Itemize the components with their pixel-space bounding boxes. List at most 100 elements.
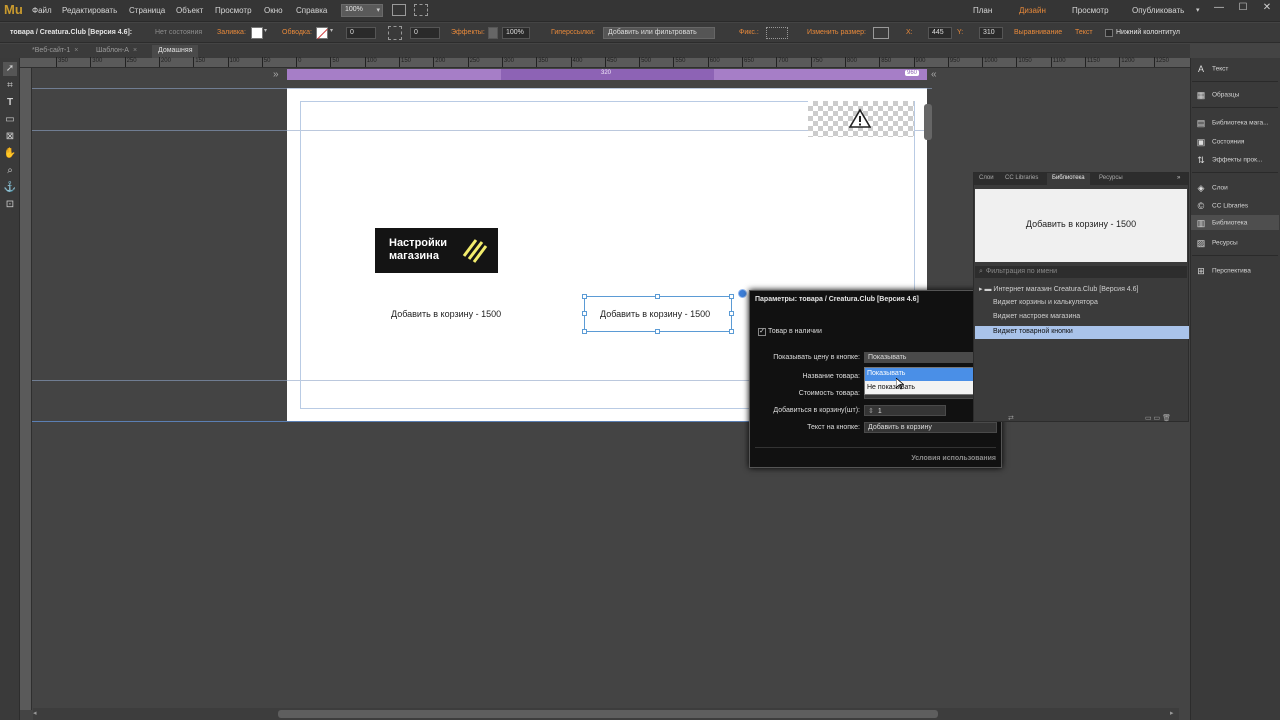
fix-label[interactable]: Фикс.: [739,29,759,36]
chevron-left-icon[interactable]: « [931,69,937,80]
in-stock-checkbox[interactable]: ✓ [758,328,766,336]
dock-text[interactable]: A Текст [1196,64,1228,74]
horizontal-scrollbar[interactable] [33,708,1179,720]
resize-handle[interactable] [655,329,660,334]
placeholder-tool-icon[interactable]: ⚓ [3,181,17,195]
breakpoint-bar[interactable]: 320 960 [287,69,927,80]
top-ruler[interactable]: 350 300 250 200 150 100 50 0 50 100 150 200 250 300 35… [20,57,1190,68]
rectangle-tool-icon[interactable]: ▭ [3,113,17,127]
menu-view[interactable]: Просмотр [215,6,252,15]
dock-states[interactable]: ▣ Состояния [1196,137,1245,147]
menu-page[interactable]: Страница [129,6,165,15]
close-icon[interactable]: × [74,47,78,54]
tab-layers[interactable]: Слои [974,173,999,185]
button-text-field[interactable]: Добавить в корзину [864,422,997,433]
dock-assets[interactable]: ▨ Ресурсы [1196,238,1238,248]
effects-label[interactable]: Эффекты: [451,29,485,36]
breakpoint-width[interactable]: 960 [905,70,920,76]
align-label[interactable]: Выравнивание [1014,29,1062,36]
maximize-icon[interactable]: ☐ [1236,2,1250,16]
stroke-swatch[interactable] [316,27,328,39]
layout-icon[interactable] [414,4,428,16]
menu-help[interactable]: Справка [296,6,327,15]
dock-perspective[interactable]: ⊞ Перспектива [1196,266,1251,276]
panel-menu-icon[interactable]: » [1172,173,1185,185]
menu-window[interactable]: Окно [264,6,283,15]
text-tool-icon[interactable]: T [3,96,17,110]
fill-swatch[interactable] [251,27,263,39]
library-item[interactable]: ▸ ▬ Интернет магазин Creatura.Club [Верс… [975,283,1189,296]
scroll-right-icon[interactable]: ▸ [1170,709,1174,717]
resize-handle[interactable] [729,294,734,299]
corner-field[interactable]: 0 [410,27,440,39]
terms-link[interactable]: Условия использования [911,455,996,462]
resize-icon[interactable] [873,27,889,39]
resize-handle[interactable] [582,294,587,299]
library-item-selected[interactable]: Виджет товарной кнопки [975,326,1189,339]
x-field[interactable]: 445 [928,27,952,39]
stroke-label[interactable]: Обводка: [282,29,312,36]
image-frame-icon[interactable]: ⊠ [3,130,17,144]
scroll-handle[interactable] [924,104,932,140]
text-frame-icon[interactable]: ⊡ [3,198,17,212]
menu-file[interactable]: Файл [32,6,52,15]
menu-edit[interactable]: Редактировать [62,6,117,15]
store-settings-widget[interactable]: Настройки магазина [375,228,498,273]
chevron-down-icon[interactable]: ▾ [330,27,338,39]
resize-handle[interactable] [582,311,587,316]
dock-layers[interactable]: ◈ Слои [1196,183,1228,193]
crop-tool-icon[interactable]: ⌗ [3,79,17,93]
zoom-select[interactable]: 100% ▾ [341,4,383,17]
dock-scroll-effects[interactable]: ⇅ Эффекты прок... [1196,155,1262,165]
scrollbar-thumb[interactable] [278,710,938,718]
resize-handle[interactable] [729,329,734,334]
tab-template[interactable]: Шаблон-А × [90,45,144,58]
library-item[interactable]: Виджет настроек магазина [975,311,1189,324]
opacity-icon[interactable] [488,27,498,39]
selection-tool-icon[interactable]: ➚ [3,62,17,76]
zoom-tool-icon[interactable]: ⌕ [3,164,17,178]
widget-options-icon[interactable] [738,289,747,298]
resize-handle[interactable] [582,329,587,334]
grid-icon[interactable] [392,4,406,16]
dock-library[interactable]: ▥ Библиотека [1196,218,1248,228]
chevron-right-icon[interactable]: » [273,69,279,80]
left-ruler[interactable] [20,68,32,710]
resize-handle[interactable] [729,311,734,316]
dock-widget-library[interactable]: ▤ Библиотека мага... [1196,118,1269,128]
close-icon[interactable]: × [133,47,137,54]
dock-cc-libraries[interactable]: © CC Libraries [1196,201,1248,211]
mode-publish[interactable]: Опубликовать [1132,6,1184,15]
text-label[interactable]: Текст [1075,29,1093,36]
cart-button-text[interactable]: Добавить в корзину - 1500 [391,309,501,319]
chevron-down-icon[interactable]: ▾ [264,27,272,39]
hyperlinks-select[interactable]: Добавить или фильтровать [603,27,715,39]
fill-label[interactable]: Заливка: [217,29,246,36]
tab-cc-libraries[interactable]: CC Libraries [1000,173,1043,185]
library-item[interactable]: Виджет корзины и калькулятора [975,297,1189,310]
stroke-width-field[interactable]: 0 [346,27,376,39]
hyperlinks-label[interactable]: Гиперссылки: [551,29,595,36]
resize-label[interactable]: Изменить размер: [807,29,866,36]
close-icon[interactable]: ✕ [1260,2,1274,16]
fix-icon[interactable] [766,27,788,39]
minimize-icon[interactable]: — [1212,2,1226,16]
link-icon[interactable]: ⇄ [1008,414,1014,422]
mode-design[interactable]: Дизайн [1019,6,1046,15]
footer-checkbox[interactable] [1105,29,1113,37]
chevron-down-icon[interactable]: ▾ [1196,6,1200,14]
stepper-icon[interactable]: ⇕ [868,408,874,415]
scroll-left-icon[interactable]: ◂ [33,709,37,717]
library-footer-icons[interactable]: ▭ ▭ 🗑 [1145,414,1171,422]
menu-object[interactable]: Объект [176,6,203,15]
dock-swatches[interactable]: ▦ Образцы [1196,90,1240,100]
add-qty-stepper[interactable]: ⇕ 1 [864,405,946,416]
y-field[interactable]: 310 [979,27,1003,39]
tab-library[interactable]: Библиотека [1047,173,1090,185]
opacity-field[interactable]: 100% [502,27,530,39]
mode-preview[interactable]: Просмотр [1072,6,1109,15]
state-label[interactable]: Нет состояния [155,29,202,36]
corner-icon[interactable] [388,26,402,40]
resize-handle[interactable] [655,294,660,299]
tab-assets[interactable]: Ресурсы [1094,173,1128,185]
